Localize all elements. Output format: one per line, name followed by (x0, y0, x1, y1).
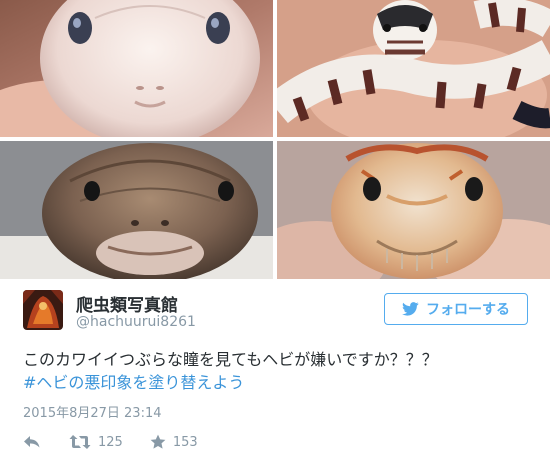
tweet-card: 爬虫類写真館 @hachuurui8261 フォローする このカワイイつぶらな瞳… (0, 279, 550, 467)
photo-brown-snake[interactable] (0, 141, 273, 279)
reply-button[interactable] (23, 435, 41, 449)
avatar-image (23, 290, 63, 330)
follow-button[interactable]: フォローする (384, 293, 528, 325)
banded-snake-image (277, 0, 550, 137)
like-count: 153 (172, 434, 198, 450)
photo-corn-snake[interactable] (277, 141, 550, 279)
like-button[interactable]: 153 (150, 434, 198, 450)
reply-icon (24, 436, 40, 448)
follow-label: フォローする (426, 302, 510, 318)
corn-snake-image (277, 141, 550, 279)
tweet-actions: 125 153 (23, 431, 198, 453)
tweet-text: このカワイイつぶらな瞳を見てもヘビが嫌いですか？？？ (23, 350, 438, 369)
user-handle[interactable]: @hachuurui8261 (76, 314, 196, 330)
photo-banded-snake[interactable] (277, 0, 550, 137)
timestamp[interactable]: 2015年8月27日 23:14 (23, 402, 162, 421)
retweet-icon (69, 435, 91, 449)
star-icon (150, 434, 166, 449)
avatar[interactable] (23, 290, 63, 330)
white-snake-image (0, 0, 273, 137)
retweet-count: 125 (98, 434, 123, 450)
display-name[interactable]: 爬虫類写真館 (76, 291, 178, 316)
brown-snake-image (0, 141, 273, 279)
photo-grid (0, 0, 550, 279)
hashtag-link[interactable]: #ヘビの悪印象を塗り替えよう (23, 371, 244, 394)
photo-white-snake[interactable] (0, 0, 273, 137)
bird-icon (402, 302, 419, 316)
retweet-button[interactable]: 125 (69, 434, 123, 450)
